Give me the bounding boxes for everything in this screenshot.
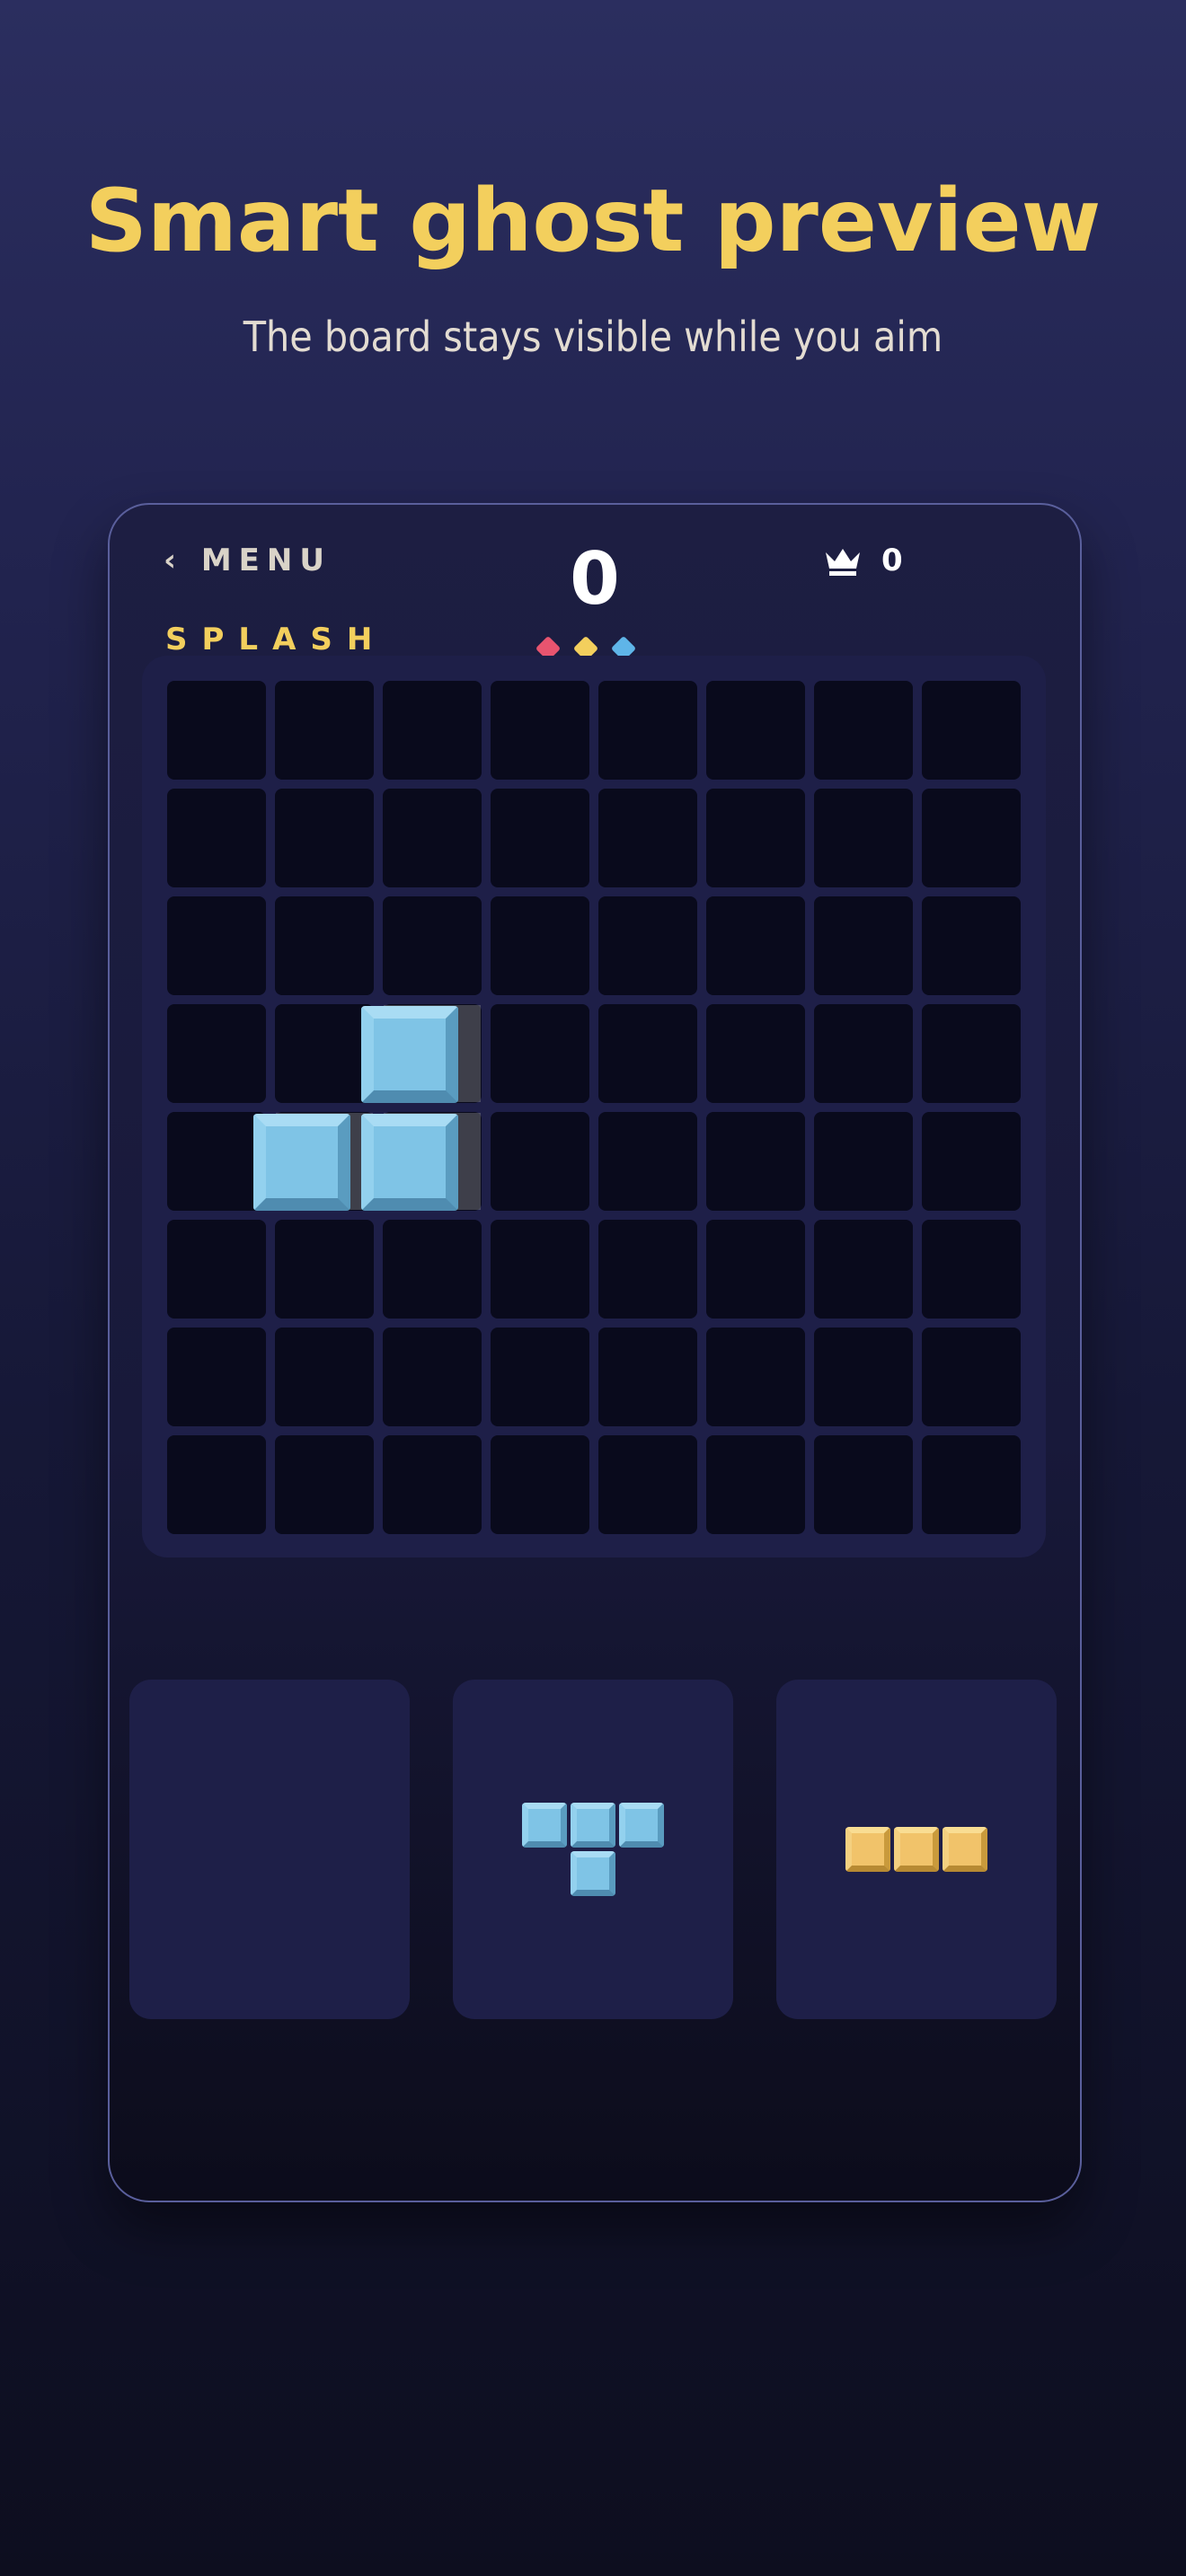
board-cell[interactable] [706,896,805,995]
board-cell[interactable] [167,681,266,780]
board-cell[interactable] [706,1435,805,1534]
board-cell[interactable] [814,1004,913,1103]
board-cell[interactable] [167,896,266,995]
dragging-block[interactable] [361,1114,458,1211]
tray-slot-3[interactable] [776,1680,1057,2019]
board-cell[interactable] [598,1435,697,1534]
board-cell[interactable] [922,1004,1021,1103]
board-cell[interactable] [383,789,482,887]
board-cell[interactable] [491,1004,589,1103]
board-cell[interactable] [922,1220,1021,1319]
tray-block[interactable] [522,1803,567,1848]
board-cell[interactable] [167,1435,266,1534]
board-cell[interactable] [814,1435,913,1534]
board-cell[interactable] [598,1328,697,1426]
crown-icon [826,549,860,576]
board-cell[interactable] [383,1220,482,1319]
board-cell[interactable] [814,1112,913,1211]
dragging-block[interactable] [361,1006,458,1103]
board-cell[interactable] [922,1435,1021,1534]
board-cell[interactable] [706,1328,805,1426]
board-cell[interactable] [167,789,266,887]
board-cell[interactable] [491,1220,589,1319]
board-cell[interactable] [383,896,482,995]
board-cell[interactable] [167,1112,266,1211]
board-cell[interactable] [275,1004,374,1103]
board-cell[interactable] [598,789,697,887]
board-cell[interactable] [814,1328,913,1426]
board-cell[interactable] [922,681,1021,780]
tray-block[interactable] [943,1827,987,1872]
board-cell[interactable] [275,1435,374,1534]
board-cell[interactable] [491,1435,589,1534]
board-cell[interactable] [275,681,374,780]
board-cell[interactable] [598,1220,697,1319]
board-cell[interactable] [598,681,697,780]
tray-slot-1[interactable] [129,1680,410,2019]
mode-gems [535,635,637,662]
board-cell[interactable] [706,1112,805,1211]
headline: Smart ghost preview [84,171,1102,271]
board-cell[interactable] [814,681,913,780]
board-cell[interactable] [167,1004,266,1103]
board-cell[interactable] [491,681,589,780]
board-cell[interactable] [383,681,482,780]
board-cell[interactable] [491,789,589,887]
mode-label: SPLASH [165,622,387,657]
tray-block[interactable] [571,1803,615,1848]
board-cell[interactable] [167,1328,266,1426]
phone-frame: ‹ MENU 0 0 SPLASH [108,503,1082,2202]
board-cell[interactable] [275,1328,374,1426]
board-cell[interactable] [922,896,1021,995]
board-cell[interactable] [814,896,913,995]
board-cell[interactable] [383,1328,482,1426]
board-cell[interactable] [383,1435,482,1534]
subheadline: The board stays visible while you aim [243,313,943,361]
board-cell[interactable] [598,1004,697,1103]
board-cell[interactable] [706,1004,805,1103]
board-cell[interactable] [598,896,697,995]
tray-block[interactable] [619,1803,664,1848]
board-cell[interactable] [922,1328,1021,1426]
tray-block[interactable] [894,1827,939,1872]
board-cell[interactable] [706,681,805,780]
board-cell[interactable] [275,789,374,887]
tray-slot-2[interactable] [453,1680,733,2019]
board-cell[interactable] [491,1328,589,1426]
board-cell[interactable] [167,1220,266,1319]
best-score: 0 [824,543,903,578]
board-cell[interactable] [706,789,805,887]
board-cell[interactable] [922,789,1021,887]
board-cell[interactable] [922,1112,1021,1211]
board-cell[interactable] [598,1112,697,1211]
board-cell[interactable] [814,1220,913,1319]
board-cell[interactable] [491,896,589,995]
game-board[interactable] [142,656,1046,1557]
tray-block[interactable] [571,1851,615,1896]
board-cell[interactable] [491,1112,589,1211]
dragging-block[interactable] [253,1114,350,1211]
score-display: 0 [570,537,620,621]
best-score-value: 0 [881,543,903,578]
board-cell[interactable] [706,1220,805,1319]
board-cell[interactable] [275,896,374,995]
tray-block[interactable] [845,1827,890,1872]
board-cell[interactable] [814,789,913,887]
board-cell[interactable] [275,1220,374,1319]
